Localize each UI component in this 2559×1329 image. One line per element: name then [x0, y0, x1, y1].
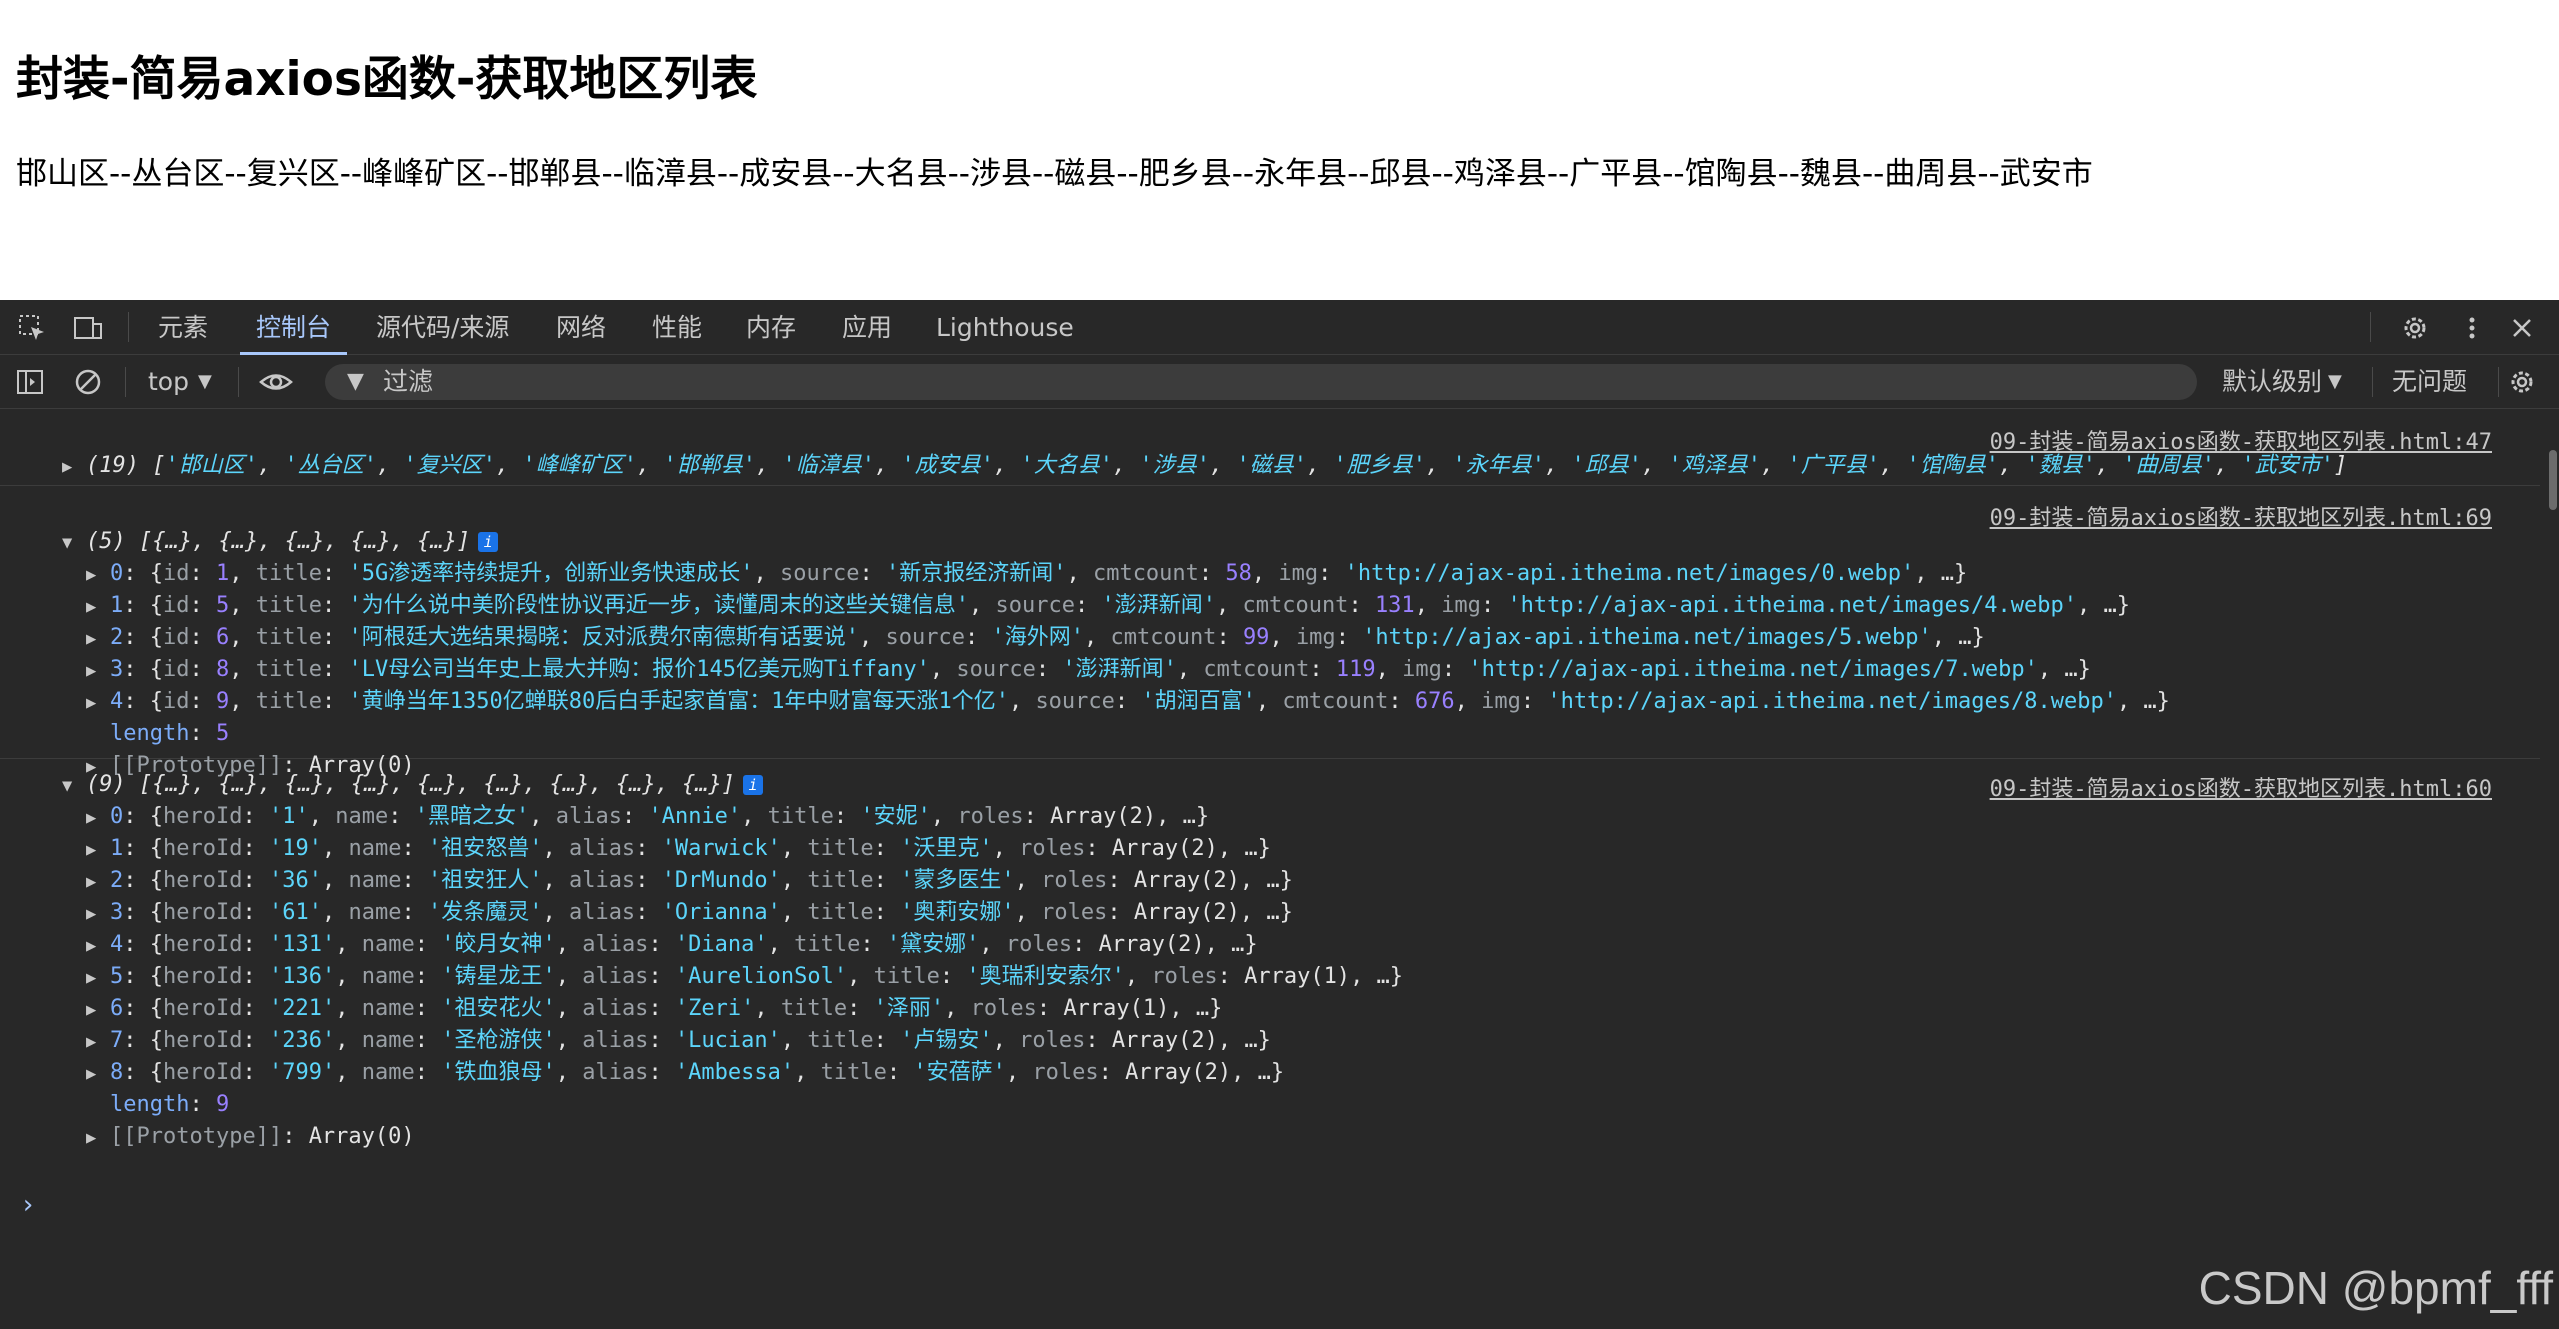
console-log-array[interactable]: ▼ (5) [{…}, {…}, {…}, {…}, {…}] i [62, 526, 499, 559]
console-message-2: 09-封装-简易axios函数-获取地区列表.html:69 ▼ (5) [{…}… [0, 486, 2540, 778]
news-row[interactable]: ▶ 0: {id: 1, title: '5G渗透率持续提升，创新业务快速成长',… [86, 558, 1967, 590]
array-item: '邱县' [1571, 453, 1642, 478]
devtools-toolbar: 元素 控制台 源代码/来源 网络 性能 内存 应用 Lighthouse [0, 300, 2559, 355]
issues-button[interactable]: 无问题 [2392, 355, 2467, 409]
watermark: CSDN @bpmf_fff [2198, 1262, 2553, 1314]
array-item: '永年县' [1452, 453, 1545, 478]
source-link[interactable]: 09-封装-简易axios函数-获取地区列表.html:69 [1990, 500, 2492, 532]
hero-row[interactable]: ▶ 8: {heroId: '799', name: '铁血狼母', alias:… [86, 1057, 1284, 1089]
collapse-arrow-icon[interactable]: ▼ [62, 527, 86, 559]
context-selector[interactable]: top [148, 355, 189, 409]
news-row[interactable]: ▶ 1: {id: 5, title: '为什么说中美阶段性协议再近一步，读懂周末… [86, 590, 2130, 622]
filter-icon: ▼ [347, 369, 364, 394]
district-list-text: 邯山区--丛台区--复兴区--峰峰矿区--邯郸县--临漳县--成安县--大名县-… [16, 156, 2093, 192]
array-item: '广平县' [1787, 453, 1880, 478]
expand-arrow-icon[interactable]: ▶ [86, 623, 110, 655]
page-title: 封装-简易axios函数-获取地区列表 [16, 52, 758, 107]
devtools-panel: 元素 控制台 源代码/来源 网络 性能 内存 应用 Lighthouse top ▼ ▼ 过滤… [0, 300, 2559, 1329]
prototype-row[interactable]: ▶ [[Prototype]]: Array(0) [86, 1121, 415, 1153]
clear-console-icon[interactable] [68, 362, 108, 402]
tab-4[interactable]: 性能 [636, 300, 718, 355]
news-row[interactable]: ▶ 4: {id: 9, title: '黄峥当年1350亿蝉联80后白手起家首富… [86, 686, 2170, 718]
expand-arrow-icon[interactable]: ▶ [86, 866, 110, 898]
array-item: '邯山区' [165, 453, 258, 478]
expand-arrow-icon[interactable]: ▶ [86, 994, 110, 1026]
settings-gear-icon[interactable] [2395, 308, 2435, 348]
news-row[interactable]: ▶ 2: {id: 6, title: '阿根廷大选结果揭晓：反对派费尔南德斯有话… [86, 622, 1985, 654]
tab-7[interactable]: Lighthouse [920, 300, 1090, 355]
expand-arrow-icon[interactable]: ▶ [86, 1058, 110, 1090]
console-prompt-chevron-icon[interactable]: › [20, 1190, 36, 1220]
source-link[interactable]: 09-封装-简易axios函数-获取地区列表.html:60 [1990, 771, 2492, 803]
eye-icon[interactable] [256, 362, 296, 402]
array-item: '邯郸县' [663, 453, 756, 478]
hero-row[interactable]: ▶ 2: {heroId: '36', name: '祖安狂人', alias: … [86, 865, 1293, 897]
array-item: '峰峰矿区' [522, 453, 637, 478]
console-message-3: 09-封装-简易axios函数-获取地区列表.html:60 ▼ (9) [{…}… [0, 759, 2540, 1179]
filter-placeholder: 过滤 [383, 367, 434, 396]
length-property: length: 9 [110, 1092, 230, 1117]
log-level-selector[interactable]: 默认级别 [2222, 355, 2322, 409]
expand-arrow-icon[interactable]: ▶ [86, 559, 110, 591]
console-filter-bar: top ▼ ▼ 过滤 默认级别 ▼ 无问题 [0, 355, 2559, 409]
filter-input[interactable]: ▼ 过滤 [325, 364, 2197, 400]
hero-row[interactable]: ▶ 3: {heroId: '61', name: '发条魔灵', alias: … [86, 897, 1293, 929]
expand-arrow-icon[interactable]: ▶ [86, 930, 110, 962]
tab-3[interactable]: 网络 [540, 300, 622, 355]
expand-arrow-icon[interactable]: ▶ [86, 687, 110, 719]
array-item: '成安县' [901, 453, 994, 478]
hero-row[interactable]: ▶ 4: {heroId: '131', name: '皎月女神', alias:… [86, 929, 1258, 961]
expand-arrow-icon[interactable]: ▶ [86, 834, 110, 866]
tab-2[interactable]: 源代码/来源 [360, 300, 525, 355]
console-log-array[interactable]: ▶ (19) ['邯山区', '丛台区', '复兴区', '峰峰矿区', '邯郸县… [62, 450, 2347, 482]
array-item: '曲周县' [2122, 453, 2215, 478]
array-item: '馆陶县' [1906, 453, 1999, 478]
chevron-down-icon[interactable]: ▼ [2328, 355, 2342, 409]
array-item: '魏县' [2025, 453, 2096, 478]
hero-row[interactable]: ▶ 1: {heroId: '19', name: '祖安怒兽', alias: … [86, 833, 1271, 865]
array-item: '肥乡县' [1333, 453, 1426, 478]
hero-row[interactable]: ▶ 5: {heroId: '136', name: '铸星龙王', alias:… [86, 961, 1403, 993]
console-output: 09-封装-简易axios函数-获取地区列表.html:47 ▶ (19) ['邯… [0, 410, 2559, 1329]
collapse-arrow-icon[interactable]: ▼ [62, 770, 86, 802]
hero-row[interactable]: ▶ 0: {heroId: '1', name: '黑暗之女', alias: '… [86, 801, 1209, 833]
expand-arrow-icon[interactable]: ▶ [86, 898, 110, 930]
hero-row[interactable]: ▶ 6: {heroId: '221', name: '祖安花火', alias:… [86, 993, 1222, 1025]
array-item: '涉县' [1139, 453, 1210, 478]
tab-6[interactable]: 应用 [826, 300, 908, 355]
console-settings-icon[interactable] [2502, 362, 2542, 402]
array-items: '邯山区', '丛台区', '复兴区', '峰峰矿区', '邯郸县', '临漳县… [165, 453, 2334, 478]
tab-5[interactable]: 内存 [730, 300, 812, 355]
console-log-array[interactable]: ▼ (9) [{…}, {…}, {…}, {…}, {…}, {…}, {…},… [62, 769, 764, 802]
tab-0[interactable]: 元素 [142, 300, 224, 355]
close-devtools-icon[interactable] [2502, 308, 2542, 348]
more-options-icon[interactable] [2452, 308, 2492, 348]
sidebar-toggle-icon[interactable] [10, 362, 50, 402]
tab-1[interactable]: 控制台 [240, 300, 348, 355]
array-item: '复兴区' [403, 453, 496, 478]
info-icon[interactable]: i [743, 775, 764, 795]
expand-arrow-icon[interactable]: ▶ [86, 1026, 110, 1058]
console-message-1: 09-封装-简易axios函数-获取地区列表.html:47 ▶ (19) ['邯… [0, 410, 2540, 486]
chevron-down-icon[interactable]: ▼ [198, 355, 212, 409]
expand-arrow-icon[interactable]: ▶ [86, 802, 110, 834]
info-icon[interactable]: i [478, 532, 499, 552]
array-item: '丛台区' [284, 453, 377, 478]
inspect-element-icon[interactable] [12, 308, 52, 348]
expand-arrow-icon[interactable]: ▶ [86, 962, 110, 994]
array-item: '武安市' [2241, 453, 2334, 478]
device-toolbar-icon[interactable] [68, 308, 108, 348]
console-scrollbar[interactable] [2549, 450, 2557, 510]
length-property: length: 5 [110, 721, 230, 746]
expand-arrow-icon[interactable]: ▶ [86, 655, 110, 687]
array-item: '大名县' [1020, 453, 1113, 478]
news-row[interactable]: ▶ 3: {id: 8, title: 'LV母公司当年史上最大并购：报价145亿… [86, 654, 2091, 686]
array-item: '鸡泽县' [1668, 453, 1761, 478]
array-item: '临漳县' [782, 453, 875, 478]
expand-arrow-icon[interactable]: ▶ [86, 591, 110, 623]
expand-arrow-icon[interactable]: ▶ [62, 451, 86, 483]
hero-row[interactable]: ▶ 7: {heroId: '236', name: '圣枪游侠', alias:… [86, 1025, 1271, 1057]
array-item: '磁县' [1236, 453, 1307, 478]
